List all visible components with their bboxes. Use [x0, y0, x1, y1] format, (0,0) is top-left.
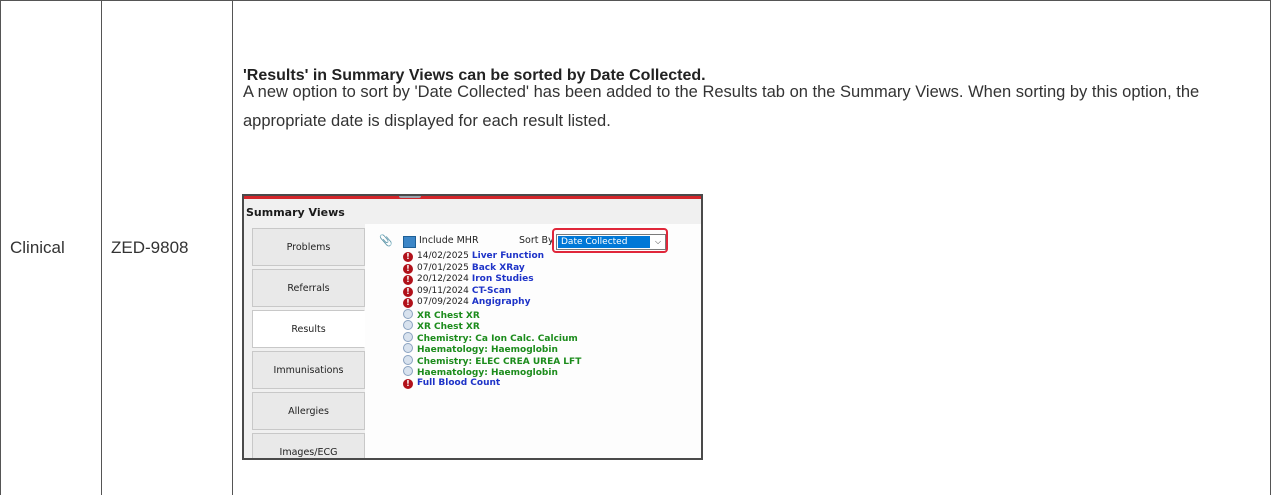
- tab-problems[interactable]: Problems: [252, 228, 365, 266]
- result-row[interactable]: XR Chest XR: [403, 320, 699, 332]
- result-row[interactable]: Chemistry: Ca Ion Calc. Calcium: [403, 331, 699, 344]
- clock-icon: [403, 366, 413, 376]
- result-name: Haematology: Haemoglobin: [417, 368, 558, 378]
- result-name: Haematology: Haemoglobin: [417, 345, 558, 355]
- result-name: Iron Studies: [471, 274, 534, 284]
- clock-icon: [403, 343, 413, 353]
- result-row[interactable]: ! Full Blood Count: [403, 378, 699, 390]
- results-panel: 📎 Include MHR Sort By Date Collected ⌵ !…: [365, 224, 701, 458]
- red-accent-bar: [244, 196, 701, 199]
- release-notes-table: Clinical ZED-9808 'Results' in Summary V…: [0, 0, 1271, 495]
- result-row[interactable]: ! 09/11/2024 CT-Scan: [403, 286, 699, 298]
- alert-icon: !: [403, 286, 413, 297]
- result-row[interactable]: ! 07/09/2024 Angigraphy: [403, 297, 699, 309]
- result-name: CT-Scan: [471, 285, 512, 296]
- result-date: 09/11/2024: [417, 285, 469, 296]
- result-row[interactable]: Haematology: Haemoglobin: [403, 366, 699, 378]
- result-date: 07/09/2024: [417, 297, 469, 307]
- tab-referrals[interactable]: Referrals: [252, 269, 365, 307]
- result-name: Chemistry: Ca Ion Calc. Calcium: [417, 333, 578, 344]
- alert-icon: !: [403, 252, 413, 262]
- feature-description: A new option to sort by 'Date Collected'…: [243, 83, 1200, 130]
- tab-allergies[interactable]: Allergies: [252, 392, 365, 430]
- window-handle: [399, 196, 421, 198]
- result-row[interactable]: XR Chest XR: [403, 308, 699, 321]
- paperclip-icon[interactable]: 📎: [379, 234, 393, 247]
- alert-icon: !: [403, 263, 413, 274]
- tab-immunisations[interactable]: Immunisations: [252, 351, 365, 389]
- result-date: 14/02/2025: [417, 251, 469, 261]
- alert-icon: !: [403, 298, 413, 308]
- tab-label: Allergies: [288, 405, 329, 417]
- results-list: ! 14/02/2025 Liver Function! 07/01/2025 Back…: [403, 251, 699, 389]
- result-name: Liver Function: [471, 251, 545, 261]
- column-divider: [232, 0, 233, 495]
- tab-label: Referrals: [287, 282, 330, 294]
- result-row[interactable]: Chemistry: ELEC CREA UREA LFT: [403, 354, 699, 367]
- column-divider: [101, 0, 102, 495]
- summary-views-title: Summary Views: [246, 206, 345, 219]
- result-name: Chemistry: ELEC CREA UREA LFT: [417, 356, 582, 367]
- result-name: Angigraphy: [471, 297, 531, 307]
- clock-icon: [403, 320, 413, 330]
- mhr-icon[interactable]: [403, 236, 416, 248]
- summary-views-screenshot: Summary Views Problems Referrals Results…: [242, 194, 703, 460]
- result-row[interactable]: Haematology: Haemoglobin: [403, 343, 699, 355]
- clock-icon: [403, 354, 413, 365]
- ticket-cell: ZED-9808: [111, 238, 189, 257]
- tab-label: Problems: [286, 241, 331, 253]
- highlight-box: [552, 228, 668, 253]
- tab-label: Results: [291, 323, 326, 335]
- result-name: XR Chest XR: [417, 322, 480, 332]
- tab-images-ecg[interactable]: Images/ECG: [252, 433, 365, 458]
- include-mhr-label[interactable]: Include MHR: [419, 235, 479, 246]
- alert-icon: !: [403, 275, 413, 285]
- result-date: 07/01/2025: [417, 262, 469, 273]
- tab-label: Images/ECG: [279, 446, 338, 458]
- clock-icon: [403, 308, 413, 319]
- result-row[interactable]: ! 07/01/2025 Back XRay: [403, 263, 699, 275]
- sort-by-label: Sort By: [519, 235, 554, 246]
- tab-label: Immunisations: [273, 364, 344, 376]
- table-left-border: [0, 0, 1, 495]
- clock-icon: [403, 331, 413, 342]
- category-cell: Clinical: [10, 238, 65, 257]
- tab-results[interactable]: Results: [252, 310, 365, 348]
- result-row[interactable]: ! 20/12/2024 Iron Studies: [403, 274, 699, 286]
- result-row[interactable]: ! 14/02/2025 Liver Function: [403, 251, 699, 263]
- result-name: Full Blood Count: [417, 377, 501, 388]
- result-name: XR Chest XR: [417, 310, 480, 321]
- alert-icon: !: [403, 378, 413, 389]
- table-top-border: [0, 0, 1271, 1]
- result-name: Back XRay: [471, 262, 525, 273]
- result-date: 20/12/2024: [417, 274, 469, 284]
